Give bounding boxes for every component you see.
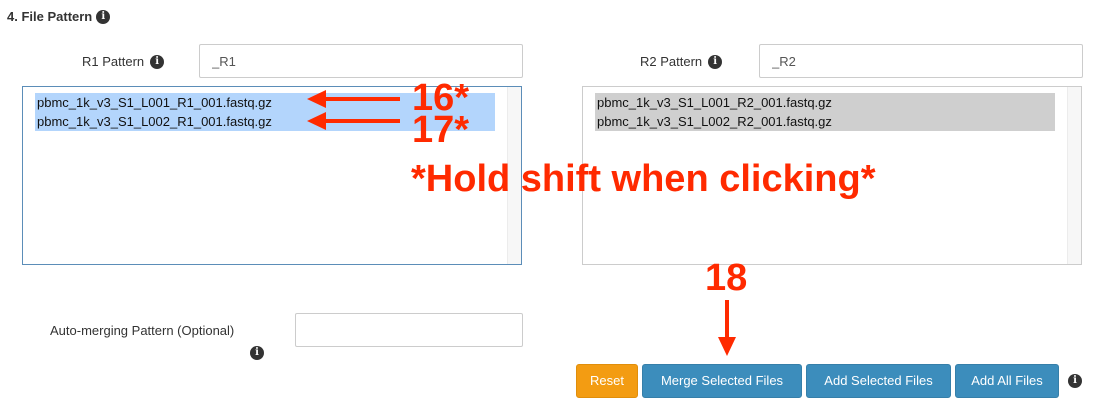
r2-pattern-label: R2 Pattern i bbox=[640, 54, 723, 70]
r1-pattern-input[interactable] bbox=[199, 44, 523, 78]
info-circle-icon[interactable]: i bbox=[708, 54, 723, 69]
annotation-hold-shift-hint: *Hold shift when clicking* bbox=[411, 158, 876, 200]
info-circle-icon[interactable]: i bbox=[1068, 374, 1082, 388]
merge-selected-files-button[interactable]: Merge Selected Files bbox=[642, 364, 802, 398]
arrow-to-merge-button bbox=[718, 300, 736, 356]
add-selected-files-button[interactable]: Add Selected Files bbox=[806, 364, 951, 398]
auto-merge-label: Auto-merging Pattern (Optional) bbox=[50, 323, 235, 338]
r2-list-scrollbar[interactable] bbox=[1067, 87, 1081, 264]
r2-file-option-2[interactable]: pbmc_1k_v3_S1_L002_R2_001.fastq.gz bbox=[595, 112, 1055, 131]
r2-file-option-1[interactable]: pbmc_1k_v3_S1_L001_R2_001.fastq.gz bbox=[595, 93, 1055, 112]
section-title: 4. File Pattern i bbox=[7, 9, 111, 25]
annotation-step-18: 18 bbox=[705, 257, 748, 299]
info-circle-icon[interactable]: i bbox=[150, 54, 165, 69]
info-circle-icon[interactable]: i bbox=[96, 9, 111, 24]
r1-pattern-label: R1 Pattern i bbox=[82, 54, 165, 70]
r2-pattern-input[interactable] bbox=[759, 44, 1083, 78]
add-all-files-button[interactable]: Add All Files bbox=[955, 364, 1059, 398]
annotation-step-17: 17* bbox=[412, 109, 470, 151]
auto-merge-input[interactable] bbox=[295, 313, 523, 347]
reset-button[interactable]: Reset bbox=[576, 364, 638, 398]
info-circle-icon[interactable]: i bbox=[250, 346, 264, 360]
